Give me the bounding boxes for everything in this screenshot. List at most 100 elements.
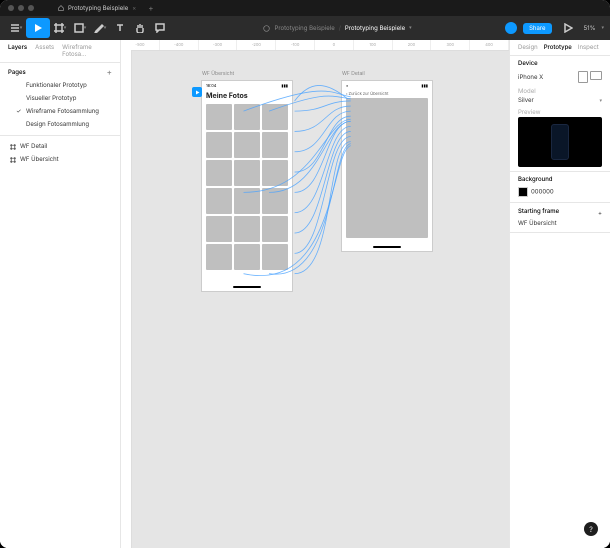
frame-icon	[10, 157, 16, 163]
toolbar-left: ▾ ▾ ▾ ▾	[6, 18, 170, 38]
page-label: Funktionaler Prototyp	[26, 82, 87, 89]
new-tab-button[interactable]: +	[148, 3, 153, 13]
tab-page[interactable]: Wireframe Fotosa…	[62, 44, 112, 58]
tab-prototype[interactable]: Prototype	[544, 44, 572, 51]
photo-detail	[346, 98, 428, 238]
status-bar: 16:04 ▮▮▮	[202, 81, 292, 89]
photo-cell[interactable]	[234, 216, 260, 242]
pages-header: Pages +	[0, 63, 120, 79]
orientation-toggle[interactable]	[578, 71, 602, 83]
photo-cell[interactable]	[262, 216, 288, 242]
model-label: Model	[518, 88, 536, 95]
screen-title: Meine Fotos	[202, 89, 292, 104]
share-button[interactable]: Share	[523, 23, 551, 34]
startframe-label: Starting frame	[518, 208, 559, 215]
home-indicator	[233, 286, 261, 288]
background-color[interactable]: 000000	[518, 186, 602, 198]
artboard-overview[interactable]: WF Übersicht 16:04 ▮▮▮ Meine Fotos	[201, 80, 293, 292]
back-label: Zurück zur Übersicht	[349, 91, 389, 96]
tab-layers[interactable]: Layers	[8, 44, 27, 58]
device-value[interactable]: iPhone X	[518, 74, 543, 81]
figma-window: Prototyping Beispiele × + ▾ ▾ ▾ ▾ Protot…	[0, 0, 610, 548]
file-tab[interactable]: Prototyping Beispiele ×	[58, 5, 136, 12]
photo-cell[interactable]	[234, 132, 260, 158]
frame-icon	[10, 144, 16, 150]
home-indicator	[373, 246, 401, 248]
photo-cell[interactable]	[206, 104, 232, 130]
photo-cell[interactable]	[206, 132, 232, 158]
page-item[interactable]: Funktionaler Prototyp	[0, 79, 120, 92]
ruler-horizontal: -500-400-300-200-1000100200300400	[121, 40, 509, 51]
photo-cell[interactable]	[262, 188, 288, 214]
device-section: Device iPhone X Model Silver▾ Preview	[510, 56, 610, 172]
model-value[interactable]: Silver	[518, 97, 534, 104]
layer-item[interactable]: WF Detail	[0, 140, 120, 153]
frame-tool[interactable]: ▾	[50, 18, 70, 38]
avatar[interactable]	[505, 22, 517, 34]
add-page-button[interactable]: +	[107, 67, 112, 77]
pages-label: Pages	[8, 69, 26, 76]
page-label: Design Fotosammlung	[26, 121, 89, 128]
add-flow-button[interactable]: +	[598, 210, 602, 217]
photo-cell[interactable]	[206, 160, 232, 186]
photo-cell[interactable]	[262, 244, 288, 270]
startframe-section: Starting frame + WF Übersicht	[510, 203, 610, 233]
photo-cell[interactable]	[262, 104, 288, 130]
artboard-detail[interactable]: WF Detail ▪▮▮▮ ‹Zurück zur Übersicht	[341, 80, 433, 252]
page-item[interactable]: ✓Wireframe Fotosammlung	[0, 105, 120, 118]
help-button[interactable]: ?	[584, 522, 598, 536]
background-value: 000000	[531, 189, 554, 196]
background-label: Background	[518, 176, 602, 183]
menu-button[interactable]: ▾	[6, 18, 26, 38]
chevron-left-icon: ‹	[346, 91, 348, 96]
tab-inspect[interactable]: Inspect	[578, 44, 599, 51]
hand-tool[interactable]	[130, 18, 150, 38]
traffic-light-close[interactable]	[8, 5, 14, 11]
photo-cell[interactable]	[234, 188, 260, 214]
present-button[interactable]	[558, 18, 578, 38]
pen-tool[interactable]: ▾	[90, 18, 110, 38]
layer-item[interactable]: WF Übersicht	[0, 153, 120, 166]
sidebar-tabs: Layers Assets Wireframe Fotosa…	[0, 40, 120, 63]
text-tool[interactable]	[110, 18, 130, 38]
photo-cell[interactable]	[262, 160, 288, 186]
photo-cell[interactable]	[234, 160, 260, 186]
page-item[interactable]: Design Fotosammlung	[0, 118, 120, 131]
traffic-light-minimize[interactable]	[18, 5, 24, 11]
layer-label: WF Detail	[20, 143, 47, 150]
breadcrumb[interactable]: Prototyping Beispiele / Prototyping Beis…	[263, 25, 411, 32]
page-item[interactable]: Visueller Prototyp	[0, 92, 120, 105]
status-icons: ▮▮▮	[281, 83, 288, 88]
ruler-vertical	[121, 50, 132, 548]
right-tabs: Design Prototype Inspect	[510, 40, 610, 56]
color-swatch	[518, 187, 528, 197]
divider	[0, 135, 120, 136]
photo-cell[interactable]	[206, 216, 232, 242]
canvas[interactable]: -500-400-300-200-1000100200300400 WF Übe…	[121, 40, 509, 548]
breadcrumb-parent: Prototyping Beispiele	[274, 25, 334, 32]
artboard-label: WF Detail	[342, 71, 365, 77]
photo-cell[interactable]	[234, 244, 260, 270]
tab-assets[interactable]: Assets	[35, 44, 54, 58]
prototype-connections	[121, 40, 509, 548]
photo-cell[interactable]	[206, 188, 232, 214]
startframe-value[interactable]: WF Übersicht	[518, 220, 557, 227]
tab-design[interactable]: Design	[518, 44, 538, 51]
page-label: Visueller Prototyp	[26, 95, 76, 102]
breadcrumb-current: Prototyping Beispiele	[345, 25, 405, 32]
photo-cell[interactable]	[262, 132, 288, 158]
zoom-level[interactable]: 51%	[584, 25, 596, 32]
play-tool[interactable]	[26, 18, 50, 38]
traffic-light-zoom[interactable]	[28, 5, 34, 11]
photo-cell[interactable]	[234, 104, 260, 130]
status-time: 16:04	[206, 83, 216, 88]
preview-label: Preview	[518, 109, 541, 116]
shape-tool[interactable]: ▾	[70, 18, 90, 38]
back-link[interactable]: ‹Zurück zur Übersicht	[342, 89, 432, 96]
status-bar: ▪▮▮▮	[342, 81, 432, 89]
toolbar: ▾ ▾ ▾ ▾ Prototyping Beispiele / Prototyp…	[0, 16, 610, 40]
comment-tool[interactable]	[150, 18, 170, 38]
main-area: Layers Assets Wireframe Fotosa… Pages + …	[0, 40, 610, 548]
photo-cell[interactable]	[206, 244, 232, 270]
prototype-start-badge[interactable]	[192, 87, 202, 97]
